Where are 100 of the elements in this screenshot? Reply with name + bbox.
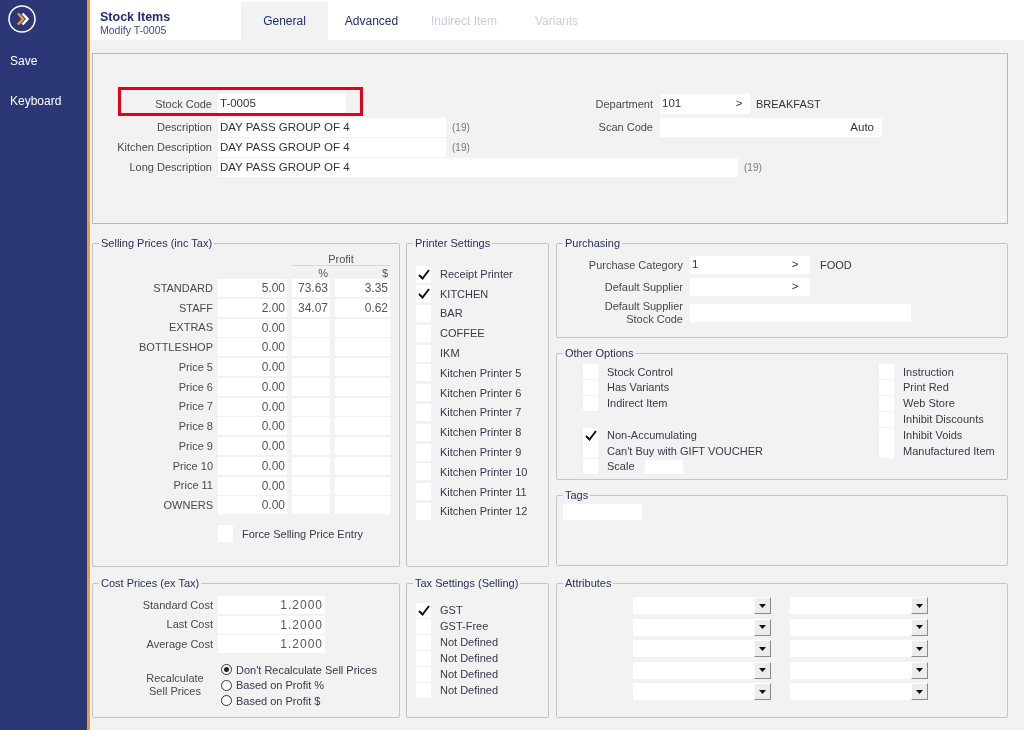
text-field[interactable]: T-0005 (218, 94, 346, 114)
page-subtitle: Modify T-0005 (100, 24, 168, 36)
price-field[interactable]: 0.00 (218, 397, 287, 416)
option-label: GST-Free (440, 618, 489, 634)
price-field[interactable]: 0.00 (218, 456, 287, 475)
recalculate-label: Recalculate Sell Prices (145, 672, 205, 699)
dropdown-button[interactable] (911, 683, 928, 700)
profit-amount-field[interactable]: 0.62 (335, 298, 390, 317)
checkmark-icon (417, 288, 430, 300)
dropdown-button[interactable] (754, 683, 771, 700)
lookup-button[interactable]: > (780, 256, 810, 274)
column-header: % (317, 266, 329, 281)
caret-down-icon (916, 689, 923, 694)
character-count: (19) (744, 161, 762, 175)
lookup-field[interactable]: 101 > (660, 94, 750, 114)
option-label: Don't Recalculate Sell Prices (236, 662, 377, 678)
dropdown-field[interactable] (633, 597, 754, 614)
column-header: $ (380, 266, 389, 281)
dropdown-button[interactable] (911, 640, 928, 657)
checkbox[interactable] (416, 265, 431, 283)
radio-button[interactable] (221, 695, 232, 707)
dropdown-button[interactable] (911, 597, 928, 614)
dropdown-button[interactable] (754, 618, 771, 636)
lookup-field[interactable]: 1 > (690, 256, 810, 274)
price-label: Price 9 (177, 438, 213, 454)
caret-down-icon (916, 646, 923, 651)
dropdown-field[interactable] (790, 661, 911, 679)
dropdown-field[interactable] (633, 661, 754, 679)
lookup-field[interactable]: > (690, 278, 810, 296)
profit-percent-field[interactable]: 73.63 (292, 279, 330, 297)
option-label: Kitchen Printer 12 (440, 504, 528, 520)
cost-field[interactable]: 1.2000 (218, 635, 325, 653)
price-field[interactable]: 0.00 (218, 377, 287, 396)
dropdown-button[interactable] (754, 661, 771, 679)
dropdown-field[interactable] (790, 618, 911, 636)
checkbox[interactable] (416, 602, 431, 618)
dropdown-field[interactable] (633, 618, 754, 636)
text-field[interactable]: DAY PASS GROUP OF 4 (218, 158, 738, 177)
field-label: Default Supplier Stock Code (603, 300, 683, 326)
double-chevron-icon[interactable] (8, 5, 36, 33)
option-label: Kitchen Printer 8 (440, 425, 522, 441)
checkbox[interactable] (583, 427, 598, 443)
price-field[interactable]: 0.00 (218, 338, 287, 357)
price-label: Price 8 (177, 419, 213, 434)
price-field[interactable]: 5.00 (218, 279, 287, 297)
cost-field[interactable]: 1.2000 (218, 615, 325, 634)
field-label: Default Supplier (603, 280, 683, 294)
cost-field[interactable]: 1.2000 (218, 596, 325, 614)
checkbox[interactable] (416, 285, 431, 303)
profit-amount-field[interactable]: 3.35 (335, 279, 390, 297)
dropdown-field[interactable] (790, 683, 911, 700)
lookup-button[interactable]: > (780, 278, 810, 296)
price-field[interactable]: 0.00 (218, 318, 287, 337)
dropdown-button[interactable] (754, 597, 771, 614)
scan-code-field[interactable]: Auto (660, 118, 882, 137)
option-label: Based on Profit % (236, 678, 325, 693)
group-title: Purchasing (564, 236, 622, 250)
radio-button[interactable] (221, 664, 232, 676)
dropdown-button[interactable] (911, 618, 928, 636)
dropdown-button[interactable] (754, 640, 771, 657)
option-label: Print Red (903, 380, 949, 396)
field-label: Stock Code (154, 96, 212, 112)
price-label: OWNERS (162, 498, 213, 513)
option-label: Inhibit Discounts (903, 412, 984, 428)
dropdown-field[interactable] (790, 597, 911, 614)
price-field[interactable]: 0.00 (218, 437, 287, 455)
checkmark-icon (584, 429, 597, 441)
price-field[interactable]: 2.00 (218, 298, 287, 317)
dropdown-button[interactable] (911, 661, 928, 679)
price-field[interactable]: 0.00 (218, 417, 287, 436)
option-label: Scale (607, 459, 635, 475)
cost-label: Last Cost (165, 617, 213, 633)
option-label: Based on Profit $ (236, 693, 321, 709)
option-label: Force Selling Price Entry (242, 526, 364, 542)
profit-percent-field[interactable]: 34.07 (292, 298, 330, 317)
lookup-button[interactable]: > (728, 94, 750, 114)
sidebar-button[interactable]: Save (10, 53, 38, 69)
text-field[interactable]: DAY PASS GROUP OF 4 (218, 118, 446, 137)
option-label: Manufactured Item (903, 443, 995, 459)
price-field[interactable]: 0.00 (218, 496, 287, 515)
dropdown-field[interactable] (633, 640, 754, 657)
field-label: Kitchen Description (116, 140, 212, 156)
field-label: Department (594, 96, 653, 112)
price-label: EXTRAS (168, 320, 213, 336)
tab[interactable]: General (241, 2, 328, 40)
sidebar-button[interactable]: Keyboard (10, 93, 62, 109)
option-label: Has Variants (607, 380, 670, 396)
dropdown-field[interactable] (790, 640, 911, 657)
text-field[interactable]: DAY PASS GROUP OF 4 (218, 138, 446, 157)
option-label: BAR (440, 306, 463, 322)
auto-button[interactable]: Auto (842, 118, 882, 137)
price-field[interactable]: 0.00 (218, 476, 287, 495)
radio-button[interactable] (221, 679, 232, 691)
character-count: (19) (452, 141, 470, 155)
dropdown-field[interactable] (633, 683, 754, 700)
price-field[interactable]: 0.00 (218, 358, 287, 376)
option-label: KITCHEN (440, 286, 489, 302)
character-count: (19) (452, 121, 470, 135)
price-label: STAFF (178, 300, 213, 316)
group-title: Tags (564, 488, 590, 502)
